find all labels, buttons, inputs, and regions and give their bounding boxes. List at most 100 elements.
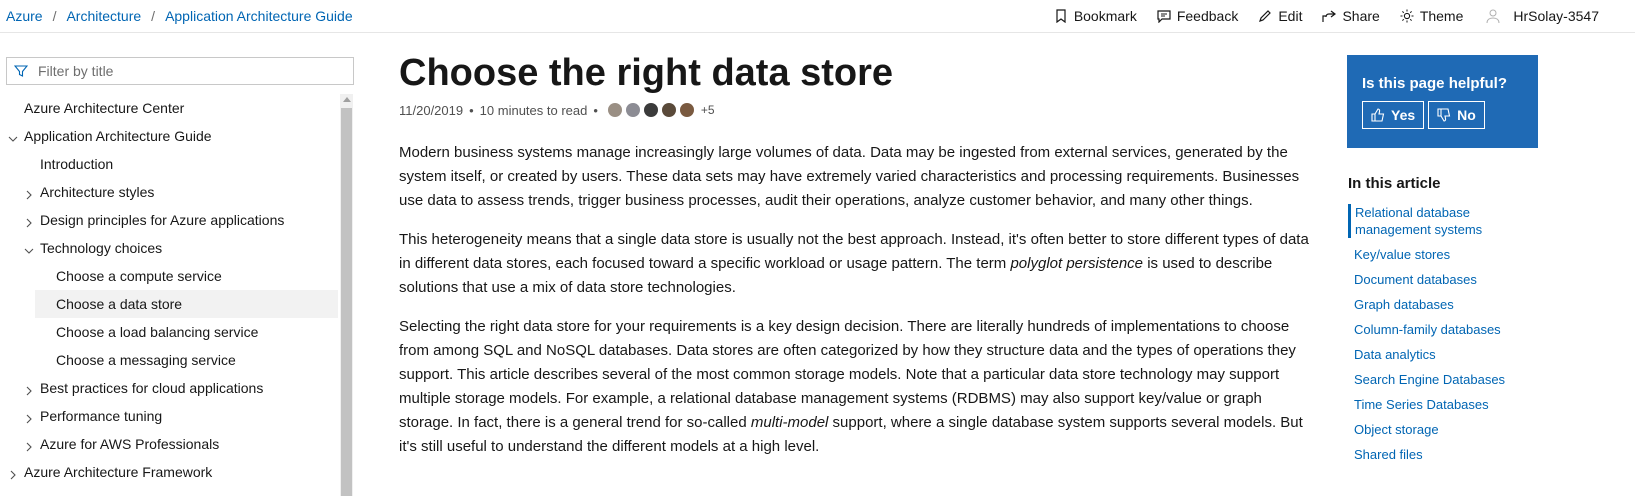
toc-item-label: Best practices for cloud applications <box>40 380 264 396</box>
emphasis-text: multi-model <box>750 414 829 431</box>
toc-item-label: Performance tuning <box>40 408 163 424</box>
bookmark-label: Bookmark <box>1073 8 1137 24</box>
breadcrumb-application-architecture-guide[interactable]: Application Architecture Guide <box>165 8 353 24</box>
toc-item[interactable]: Choose a compute service <box>0 262 338 290</box>
theme-button[interactable]: Theme <box>1400 8 1463 24</box>
toc-item-label: Azure for AWS Professionals <box>40 436 220 452</box>
helpful-question: Is this page helpful? <box>1362 75 1508 92</box>
contributor-avatar[interactable] <box>625 103 640 117</box>
toc-item[interactable]: Azure Architecture Framework <box>0 458 338 486</box>
sun-icon <box>1400 9 1414 23</box>
toc-item[interactable]: Design principles for Azure applications <box>0 206 338 234</box>
in-this-article-link[interactable]: Relational database management systems <box>1348 204 1548 238</box>
in-this-article-link[interactable]: Document databases <box>1348 271 1548 288</box>
thumbs-up-icon <box>1371 108 1385 122</box>
contributor-avatar[interactable] <box>679 103 694 117</box>
user-profile[interactable]: HrSolay-3547 <box>1485 8 1599 24</box>
breadcrumb-azure[interactable]: Azure <box>6 8 43 24</box>
in-this-article-link[interactable]: Search Engine Databases <box>1348 371 1548 388</box>
user-avatar-icon <box>1486 9 1500 24</box>
no-label: No <box>1457 107 1476 123</box>
toc-item[interactable]: Application Architecture Guide <box>0 122 338 150</box>
edit-button[interactable]: Edit <box>1258 8 1302 24</box>
toc-item[interactable]: Azure for AWS Professionals <box>0 430 338 458</box>
thumbs-down-icon <box>1437 108 1451 122</box>
chevron-right-icon[interactable] <box>24 439 34 452</box>
bookmark-button[interactable]: Bookmark <box>1054 8 1137 24</box>
in-this-article-heading: In this article <box>1348 175 1441 192</box>
toc-item[interactable]: Choose a data store <box>35 290 338 318</box>
contributors: +5 <box>607 103 715 117</box>
chevron-right-icon[interactable] <box>24 215 34 228</box>
feedback-button[interactable]: Feedback <box>1157 8 1238 24</box>
toc-item-label: Choose a compute service <box>56 268 222 284</box>
chevron-down-icon[interactable] <box>24 243 34 254</box>
emphasis-text: polyglot persistence <box>1010 255 1144 272</box>
toc-item-label: Azure Architecture Center <box>24 100 185 116</box>
yes-button[interactable]: Yes <box>1362 101 1425 129</box>
toc-item[interactable]: Choose a messaging service <box>0 346 338 374</box>
toc-item[interactable]: Technology choices <box>0 234 338 262</box>
toc-item[interactable]: Performance tuning <box>0 402 338 430</box>
chevron-right-icon[interactable] <box>24 383 34 396</box>
breadcrumb-separator: / <box>151 8 156 24</box>
chevron-right-icon[interactable] <box>24 187 34 200</box>
no-button[interactable]: No <box>1428 101 1485 129</box>
chevron-down-icon[interactable] <box>8 131 18 142</box>
in-this-article-link[interactable]: Time Series Databases <box>1348 396 1548 413</box>
breadcrumb: Azure / Architecture / Application Archi… <box>6 8 353 24</box>
toc-item-label: Design principles for Azure applications <box>40 212 285 228</box>
contributor-avatar[interactable] <box>661 103 676 117</box>
table-of-contents: Azure Architecture Center Application Arc… <box>0 94 338 496</box>
share-button[interactable]: Share <box>1322 8 1380 24</box>
toc-item[interactable]: Azure Architecture Center <box>0 94 338 122</box>
feedback-label: Feedback <box>1176 8 1239 24</box>
top-bar: Azure / Architecture / Application Archi… <box>0 0 1635 33</box>
share-icon <box>1322 10 1337 22</box>
toc-item-label: Introduction <box>40 156 114 172</box>
toc-item[interactable]: Architecture styles <box>0 178 338 206</box>
article: Choose the right data store 11/20/2019 •… <box>399 48 1314 459</box>
more-contributors-link[interactable]: +5 <box>701 103 715 117</box>
filter-input[interactable] <box>36 62 340 80</box>
edit-label: Edit <box>1278 8 1303 24</box>
in-this-article-link[interactable]: Shared files <box>1348 446 1548 463</box>
contributor-avatar[interactable] <box>607 103 622 117</box>
chevron-right-icon[interactable] <box>8 467 18 480</box>
pencil-icon <box>1259 10 1272 22</box>
filter-icon <box>14 65 28 77</box>
breadcrumb-architecture[interactable]: Architecture <box>66 8 141 24</box>
page-actions: Bookmark Feedback Edit Share Theme HrSol… <box>1034 8 1599 24</box>
chevron-right-icon[interactable] <box>24 411 34 424</box>
paragraph: Selecting the right data store for your … <box>399 315 1314 459</box>
meta-separator: • <box>593 102 598 118</box>
in-this-article-link[interactable]: Object storage <box>1348 421 1548 438</box>
scrollbar-thumb[interactable] <box>341 108 352 496</box>
contributor-avatar[interactable] <box>643 103 658 117</box>
in-this-article-link[interactable]: Column-family databases <box>1348 321 1548 338</box>
read-time: 10 minutes to read <box>479 102 588 118</box>
article-metadata: 11/20/2019 • 10 minutes to read • +5 <box>399 100 1314 120</box>
meta-separator: • <box>469 102 474 118</box>
filter-box <box>6 57 354 85</box>
in-this-article-link[interactable]: Data analytics <box>1348 346 1548 363</box>
breadcrumb-separator: / <box>52 8 57 24</box>
bookmark-icon <box>1056 9 1066 23</box>
toc-item[interactable]: Best practices for cloud applications <box>0 374 338 402</box>
yes-label: Yes <box>1391 107 1416 123</box>
scroll-up-arrow-icon[interactable] <box>343 97 351 102</box>
toc-item[interactable]: Introduction <box>0 150 338 178</box>
in-this-article-list: Relational database management systems Ke… <box>1348 204 1548 471</box>
toc-scrollbar[interactable] <box>340 94 353 496</box>
toc-item[interactable]: Choose a load balancing service <box>0 318 338 346</box>
in-this-article-link[interactable]: Graph databases <box>1348 296 1548 313</box>
page-title: Choose the right data store <box>399 52 894 94</box>
feedback-panel: Is this page helpful? Yes No <box>1347 55 1538 148</box>
toc-item-label: Choose a messaging service <box>56 352 236 368</box>
in-this-article-link[interactable]: Key/value stores <box>1348 246 1548 263</box>
